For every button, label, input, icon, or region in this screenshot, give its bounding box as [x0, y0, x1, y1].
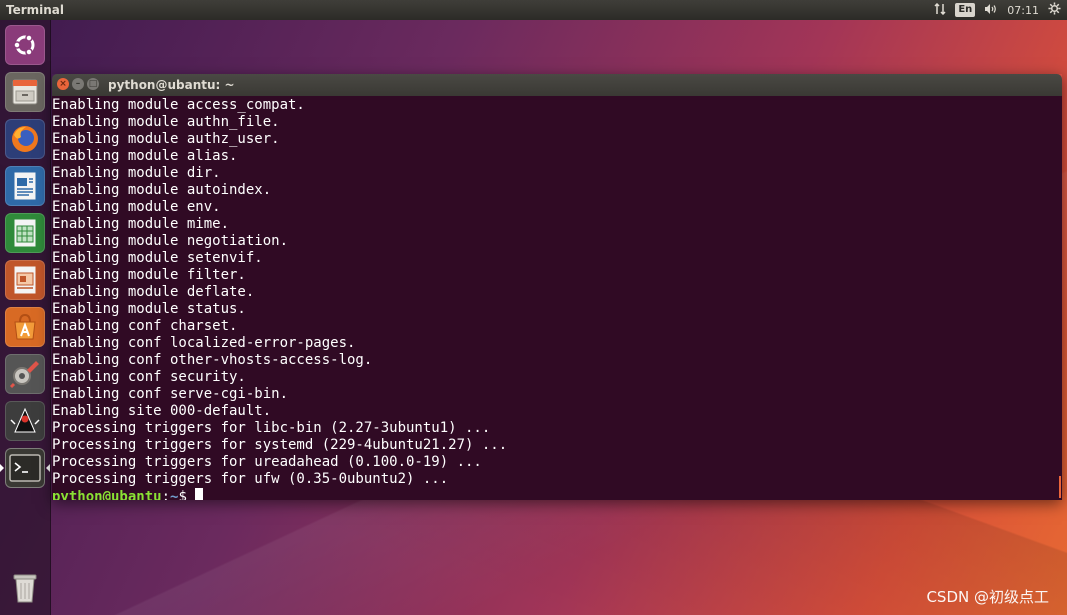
impress-button[interactable] — [5, 260, 45, 300]
terminal-line: Enabling module authz_user. — [52, 131, 280, 147]
network-icon[interactable] — [934, 2, 946, 18]
terminal-line: Processing triggers for ufw (0.35-0ubunt… — [52, 471, 449, 487]
terminal-line: Enabling module setenvif. — [52, 250, 263, 266]
terminal-line: Processing triggers for ureadahead (0.10… — [52, 454, 482, 470]
prompt-line[interactable]: python@ubantu:~$ — [52, 488, 507, 500]
terminal-line: Enabling module autoindex. — [52, 182, 272, 198]
dash-button[interactable] — [5, 25, 45, 65]
terminal-line: Enabling module deflate. — [52, 284, 255, 300]
terminal-line: Enabling conf other-vhosts-access-log. — [52, 352, 373, 368]
window-controls: × – □ — [57, 78, 99, 90]
java-duke-icon — [10, 406, 40, 436]
prompt-symbol: $ — [178, 489, 187, 500]
minimize-button[interactable]: – — [72, 78, 84, 90]
libreoffice-impress-icon — [11, 264, 39, 296]
settings-gear-icon[interactable] — [1048, 2, 1061, 18]
window-title: python@ubantu: ~ — [108, 78, 235, 92]
watermark-text: CSDN @初级点工 — [926, 588, 1049, 606]
terminal-line: Processing triggers for systemd (229-4ub… — [52, 437, 508, 453]
scroll-position-marker[interactable] — [1059, 476, 1061, 498]
libreoffice-calc-icon — [11, 217, 39, 249]
calc-button[interactable] — [5, 213, 45, 253]
libreoffice-writer-icon — [11, 170, 39, 202]
terminal-button[interactable] — [5, 448, 45, 488]
terminal-output[interactable]: Enabling module access_compat. Enabling … — [52, 96, 1062, 500]
software-center-icon — [10, 312, 40, 342]
terminal-lines: Enabling module access_compat. Enabling … — [52, 97, 507, 500]
close-button[interactable]: × — [57, 78, 69, 90]
terminal-line: Processing triggers for libc-bin (2.27-3… — [52, 420, 491, 436]
ubuntu-logo-icon — [11, 31, 39, 59]
terminal-line: Enabling conf serve-cgi-bin. — [52, 386, 289, 402]
java-app-button[interactable] — [5, 401, 45, 441]
top-panel: Terminal En 07:11 — [0, 0, 1067, 20]
writer-button[interactable] — [5, 166, 45, 206]
terminal-line: Enabling module alias. — [52, 148, 238, 164]
terminal-icon — [9, 454, 41, 482]
files-button[interactable] — [5, 72, 45, 112]
system-settings-button[interactable] — [5, 354, 45, 394]
keyboard-layout-indicator[interactable]: En — [955, 3, 976, 17]
firefox-icon — [9, 123, 41, 155]
terminal-line: Enabling module authn_file. — [52, 114, 280, 130]
launcher — [0, 20, 51, 615]
terminal-line: Enabling module dir. — [52, 165, 221, 181]
volume-icon[interactable] — [984, 3, 998, 18]
terminal-line: Enabling module negotiation. — [52, 233, 289, 249]
prompt-user-host: python@ubantu — [52, 489, 162, 500]
trash-icon — [10, 570, 40, 604]
terminal-line: Enabling module access_compat. — [52, 97, 305, 113]
files-cabinet-icon — [10, 77, 40, 107]
terminal-line: Enabling module filter. — [52, 267, 246, 283]
firefox-button[interactable] — [5, 119, 45, 159]
window-titlebar[interactable]: × – □ python@ubantu: ~ — [52, 74, 1062, 96]
terminal-line: Enabling module mime. — [52, 216, 230, 232]
maximize-button[interactable]: □ — [87, 78, 99, 90]
terminal-line: Enabling conf localized-error-pages. — [52, 335, 356, 351]
terminal-window: × – □ python@ubantu: ~ Enabling module a… — [52, 74, 1062, 500]
terminal-line: Enabling site 000-default. — [52, 403, 272, 419]
system-settings-icon — [9, 358, 41, 390]
indicator-area: En 07:11 — [934, 2, 1061, 18]
terminal-line: Enabling conf security. — [52, 369, 246, 385]
terminal-line: Enabling module env. — [52, 199, 221, 215]
running-indicator — [0, 464, 4, 472]
terminal-line: Enabling conf charset. — [52, 318, 238, 334]
text-cursor — [194, 488, 203, 500]
active-app-name: Terminal — [6, 3, 65, 17]
software-button[interactable] — [5, 307, 45, 347]
clock[interactable]: 07:11 — [1007, 4, 1039, 17]
trash-button[interactable] — [5, 567, 45, 607]
focused-indicator — [46, 464, 50, 472]
prompt-separator: : — [161, 489, 171, 500]
terminal-line: Enabling module status. — [52, 301, 246, 317]
